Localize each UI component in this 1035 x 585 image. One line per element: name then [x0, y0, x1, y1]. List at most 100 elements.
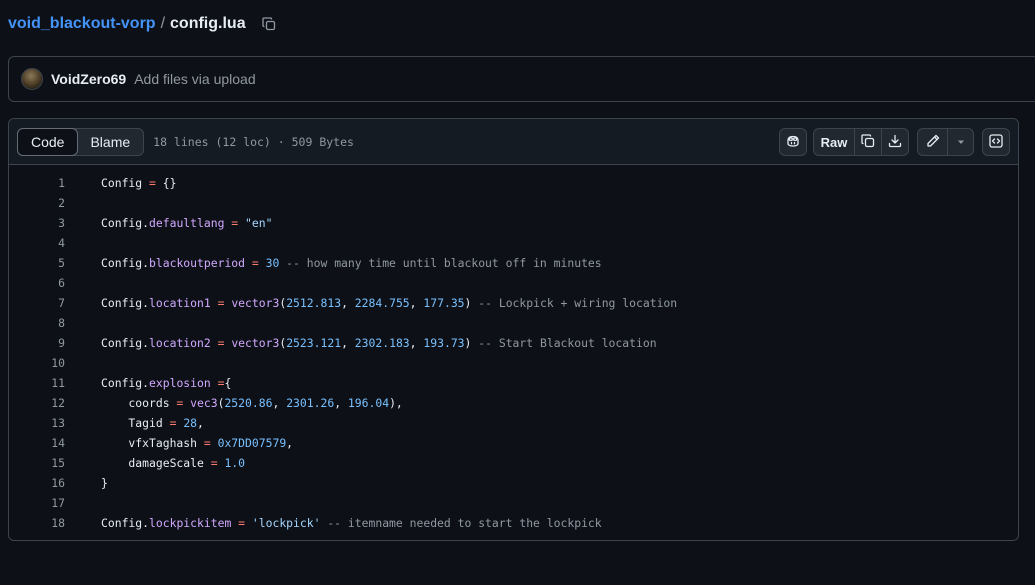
- code-token: =: [203, 456, 225, 470]
- code-token: coords: [101, 396, 170, 410]
- code-token: 'lockpick': [251, 516, 321, 530]
- code-square-icon: [988, 133, 1004, 152]
- tab-blame[interactable]: Blame: [77, 129, 143, 155]
- line-content: }: [65, 476, 108, 490]
- line-number[interactable]: 9: [9, 336, 65, 350]
- line-number[interactable]: 16: [9, 476, 65, 490]
- code-token: -- itemname needed to start the lockpick: [320, 516, 602, 530]
- code-line: 17: [9, 493, 1018, 513]
- code-token: 193.73: [423, 336, 465, 350]
- line-content: Config.lockpickitem = 'lockpick' -- item…: [65, 516, 602, 530]
- line-number[interactable]: 6: [9, 276, 65, 290]
- code-token: blackoutperiod: [149, 256, 246, 270]
- line-number[interactable]: 7: [9, 296, 65, 310]
- line-content: coords = vec3(2520.86, 2301.26, 196.04),: [65, 396, 402, 410]
- breadcrumb-repo-link[interactable]: void_blackout-vorp: [8, 15, 156, 33]
- code-token: -- Lockpick + wiring location: [471, 296, 678, 310]
- line-number[interactable]: 12: [9, 396, 65, 410]
- pencil-icon: [925, 133, 941, 152]
- code-line: 14 vfxTaghash = 0x7DD07579,: [9, 433, 1018, 453]
- code-token: vector3: [231, 296, 280, 310]
- copy-raw-button[interactable]: [854, 129, 881, 155]
- line-number[interactable]: 15: [9, 456, 65, 470]
- line-number[interactable]: 17: [9, 496, 65, 510]
- code-token: ,: [197, 416, 204, 430]
- code-token: -- how many time until blackout off in m…: [279, 256, 602, 270]
- edit-button[interactable]: [918, 129, 947, 155]
- code-line: 16}: [9, 473, 1018, 493]
- code-token: damageScale: [101, 456, 204, 470]
- code-token: Config.: [101, 376, 150, 390]
- copilot-button[interactable]: [779, 128, 807, 156]
- code-token: ,: [409, 336, 424, 350]
- symbols-panel-button[interactable]: [982, 128, 1010, 156]
- code-area[interactable]: 1 Config = {} 2 3 Config.defaultlang = "en" 4…: [9, 165, 1018, 533]
- triangle-down-icon: [956, 135, 966, 150]
- code-token: explosion: [149, 376, 211, 390]
- avatar[interactable]: [21, 68, 43, 90]
- code-token: ,: [409, 296, 424, 310]
- breadcrumb: void_blackout-vorp / config.lua: [8, 12, 280, 36]
- code-token: 0x7DD07579: [217, 436, 287, 450]
- line-content: Tagid = 28,: [65, 416, 204, 430]
- line-number[interactable]: 14: [9, 436, 65, 450]
- code-token: =: [210, 296, 232, 310]
- code-line: 2: [9, 193, 1018, 213]
- edit-more-button[interactable]: [947, 129, 973, 155]
- code-token: =: [169, 396, 191, 410]
- line-number[interactable]: 18: [9, 516, 65, 530]
- code-token: =: [162, 416, 184, 430]
- code-token: =: [245, 256, 266, 270]
- code-token: 177.35: [423, 296, 465, 310]
- line-number[interactable]: 8: [9, 316, 65, 330]
- line-content: Config.defaultlang = "en": [65, 216, 272, 230]
- code-token: ,: [341, 296, 355, 310]
- line-number[interactable]: 1: [9, 176, 65, 190]
- line-number[interactable]: 3: [9, 216, 65, 230]
- code-line: 15 damageScale = 1.0: [9, 453, 1018, 473]
- line-content: Config.location2 = vector3(2523.121, 230…: [65, 336, 657, 350]
- breadcrumb-separator: /: [160, 15, 166, 32]
- code-token: 30: [265, 256, 280, 270]
- raw-button-group: Raw: [813, 128, 909, 156]
- code-token: Config.: [101, 216, 150, 230]
- code-line: 11 Config.explosion ={: [9, 373, 1018, 393]
- tab-code[interactable]: Code: [17, 127, 79, 156]
- raw-button[interactable]: Raw: [814, 129, 854, 155]
- download-button[interactable]: [881, 129, 908, 155]
- code-token: 28: [183, 416, 198, 430]
- code-token: ,: [286, 436, 294, 450]
- line-number[interactable]: 10: [9, 356, 65, 370]
- code-token: 1.0: [224, 456, 246, 470]
- code-line: 13 Tagid = 28,: [9, 413, 1018, 433]
- code-token: 2523.121: [286, 336, 342, 350]
- line-number[interactable]: 13: [9, 416, 65, 430]
- code-line: 6: [9, 273, 1018, 293]
- commit-author[interactable]: VoidZero69: [51, 71, 126, 87]
- line-number[interactable]: 11: [9, 376, 65, 390]
- line-content: Config = {}: [65, 176, 176, 190]
- commit-message[interactable]: Add files via upload: [134, 71, 255, 87]
- line-number[interactable]: 5: [9, 256, 65, 270]
- line-number[interactable]: 4: [9, 236, 65, 250]
- copy-path-icon[interactable]: [258, 13, 280, 35]
- code-token: =: [210, 336, 232, 350]
- code-token: vfxTaghash: [101, 436, 198, 450]
- line-content: Config.blackoutperiod = 30 -- how many t…: [65, 256, 602, 270]
- code-token: 196.04: [347, 396, 390, 410]
- file-header: Code Blame 18 lines (12 loc) · 509 Bytes…: [9, 119, 1018, 165]
- code-line: 8: [9, 313, 1018, 333]
- code-token: 2520.86: [224, 396, 273, 410]
- code-token: ,: [272, 396, 287, 410]
- code-token: "en": [245, 216, 273, 230]
- code-token: =: [224, 216, 246, 230]
- line-number[interactable]: 2: [9, 196, 65, 210]
- code-token: ,: [334, 396, 348, 410]
- code-token: {: [224, 376, 232, 390]
- code-token: =: [231, 516, 252, 530]
- code-token: Tagid: [101, 416, 163, 430]
- code-token: =: [210, 376, 225, 390]
- file-meta-info: 18 lines (12 loc) · 509 Bytes: [153, 134, 354, 149]
- code-token: Config.: [101, 256, 150, 270]
- code-token: vec3: [190, 396, 218, 410]
